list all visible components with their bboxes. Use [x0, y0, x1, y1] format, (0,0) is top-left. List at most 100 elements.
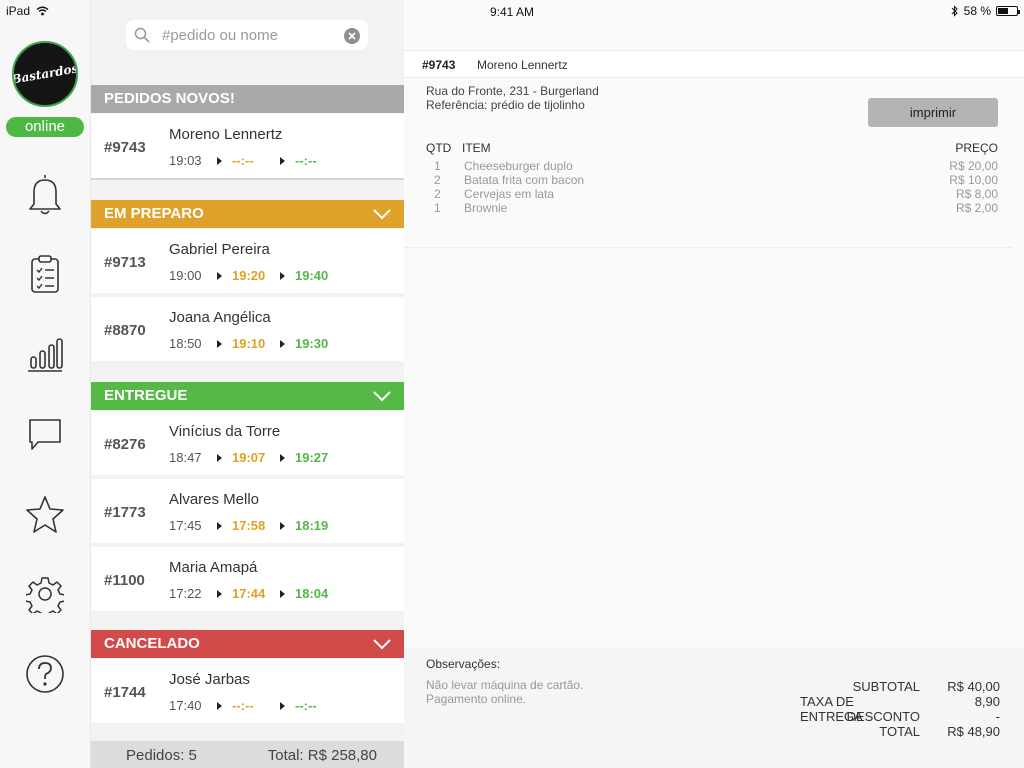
delivery-fee-row: TAXA DE ENTREGA 8,90: [800, 694, 1000, 724]
time-ready: 19:20: [232, 268, 266, 283]
battery-percent: 58 %: [963, 4, 991, 18]
order-total: Total: R$ 258,80: [267, 747, 377, 764]
order-times: 17:22 17:44 18:04: [169, 586, 328, 601]
print-button[interactable]: imprimir: [868, 98, 998, 127]
time-received: 18:50: [169, 336, 202, 351]
address-reference: Referência: prédio de tijolinho: [426, 98, 585, 112]
item-row: 2 Cervejas em lata R$ 8,00: [426, 187, 998, 201]
list-footer: Pedidos: 5 Total: R$ 258,80: [91, 741, 404, 768]
observation-line: Pagamento online.: [426, 692, 527, 706]
order-row[interactable]: #1773 Alvares Mello 17:45 17:58 18:19: [91, 479, 404, 543]
order-row[interactable]: #8276 Vinícius da Torre 18:47 19:07 19:2…: [91, 411, 404, 475]
item-name: Cheeseburger duplo: [464, 159, 573, 173]
total-value: 8,90: [974, 694, 1000, 709]
section-header-novos[interactable]: PEDIDOS NOVOS!: [91, 85, 404, 113]
time-delivered: 19:30: [295, 336, 329, 351]
time-ready: 19:10: [232, 336, 266, 351]
item-name: Cervejas em lata: [464, 187, 555, 201]
order-row[interactable]: #9743 Moreno Lennertz 19:03 --:-- --:--: [91, 114, 404, 178]
order-row[interactable]: #8870 Joana Angélica 18:50 19:10 19:30: [91, 297, 404, 361]
search-input[interactable]: [162, 25, 332, 45]
time-delivered: 19:40: [295, 268, 329, 283]
detail-order-number: #9743: [422, 58, 456, 72]
order-number: #8276: [104, 436, 146, 453]
order-number: #1744: [104, 684, 146, 701]
bell-icon[interactable]: [25, 172, 65, 216]
order-number: #9743: [104, 139, 146, 156]
order-row[interactable]: #1744 José Jarbas 17:40 --:-- --:--: [91, 659, 404, 723]
gear-icon[interactable]: [25, 572, 65, 616]
sidebar: Bastardos online: [0, 0, 91, 768]
arrow-icon: [217, 339, 222, 348]
order-number: #1100: [104, 572, 145, 589]
order-number: #9713: [104, 254, 146, 271]
address-line: Rua do Fronte, 231 - Burgerland: [426, 84, 599, 98]
time-received: 18:47: [169, 450, 202, 465]
total-label: SUBTOTAL: [852, 679, 920, 694]
arrow-icon: [280, 701, 285, 710]
arrow-icon: [217, 589, 222, 598]
order-row[interactable]: #1100 Maria Amapá 17:22 17:44 18:04: [91, 547, 404, 611]
time-delivered: 18:19: [295, 518, 329, 533]
row-divider: [91, 178, 404, 180]
help-icon[interactable]: [25, 652, 65, 696]
time-received: 17:45: [169, 518, 202, 533]
arrow-icon: [280, 339, 285, 348]
section-title: CANCELADO: [104, 635, 200, 652]
detail-customer-name: Moreno Lennertz: [477, 58, 568, 72]
clipboard-icon[interactable]: [25, 252, 65, 296]
time-delivered: 18:04: [295, 586, 329, 601]
chevron-down-icon[interactable]: [373, 208, 391, 220]
star-icon[interactable]: [25, 492, 65, 536]
delivery-address: Rua do Fronte, 231 - Burgerland Referênc…: [426, 84, 599, 112]
section-title: PEDIDOS NOVOS!: [104, 90, 235, 107]
item-price: R$ 8,00: [955, 187, 998, 201]
order-times: 19:03 --:-- --:--: [169, 153, 317, 168]
arrow-icon: [217, 453, 222, 462]
totals-summary: SUBTOTAL R$ 40,00 TAXA DE ENTREGA 8,90 D…: [800, 679, 1000, 739]
arrow-icon: [280, 521, 285, 530]
item-row: 1 Brownie R$ 2,00: [426, 201, 998, 215]
search-box[interactable]: [126, 20, 368, 50]
column-header-item: ITEM: [462, 141, 491, 155]
chevron-down-icon[interactable]: [373, 638, 391, 650]
column-header-qtd: QTD: [426, 141, 452, 155]
order-times: 18:50 19:10 19:30: [169, 336, 328, 351]
online-status-badge[interactable]: online: [6, 117, 84, 137]
discount-row: DESCONTO -: [800, 709, 1000, 724]
section-header-preparo[interactable]: EM PREPARO: [91, 200, 404, 228]
search-icon: [134, 27, 150, 43]
section-title: EM PREPARO: [104, 205, 204, 222]
arrow-icon: [280, 589, 285, 598]
order-detail-panel: #9743 Moreno Lennertz Rua do Fronte, 231…: [404, 0, 1024, 768]
customer-name: Maria Amapá: [169, 559, 258, 576]
customer-name: José Jarbas: [169, 671, 250, 688]
observation-line: Não levar máquina de cartão.: [426, 678, 584, 692]
chart-icon[interactable]: [25, 332, 65, 376]
item-row: 2 Batata frita com bacon R$ 10,00: [426, 173, 998, 187]
section-header-cancelado[interactable]: CANCELADO: [91, 630, 404, 658]
order-count: Pedidos: 5: [126, 747, 197, 764]
order-times: 19:00 19:20 19:40: [169, 268, 328, 283]
time-ready: --:--: [232, 153, 254, 168]
arrow-icon: [217, 521, 222, 530]
item-qtd: 2: [434, 187, 441, 201]
item-name: Brownie: [464, 201, 508, 215]
arrow-icon: [280, 156, 285, 165]
arrow-icon: [217, 271, 222, 280]
order-row[interactable]: #9713 Gabriel Pereira 19:00 19:20 19:40: [91, 229, 404, 293]
time-delivered: --:--: [295, 698, 317, 713]
arrow-icon: [217, 156, 222, 165]
column-header-price: PREÇO: [955, 141, 998, 155]
customer-name: Moreno Lennertz: [169, 126, 283, 143]
time-ready: 19:07: [232, 450, 266, 465]
chat-icon[interactable]: [25, 412, 65, 456]
restaurant-logo: Bastardos: [12, 41, 78, 107]
time-delivered: 19:27: [295, 450, 329, 465]
detail-header: #9743 Moreno Lennertz: [404, 50, 1024, 78]
section-header-entregue[interactable]: ENTREGUE: [91, 382, 404, 410]
chevron-down-icon[interactable]: [373, 390, 391, 402]
item-qtd: 1: [434, 159, 441, 173]
clear-search-icon[interactable]: [344, 28, 360, 44]
item-price: R$ 2,00: [955, 201, 998, 215]
